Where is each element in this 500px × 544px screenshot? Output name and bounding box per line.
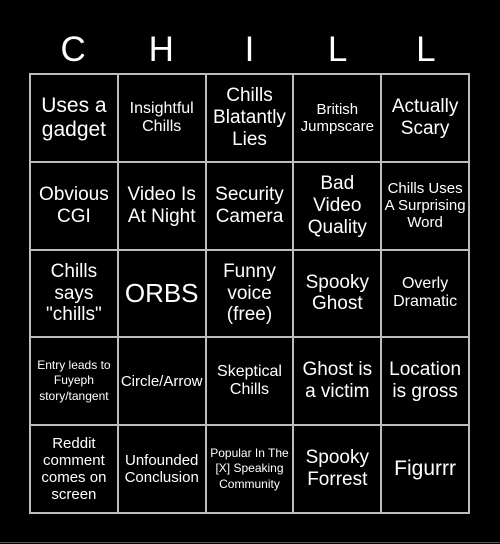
header-letter: I (244, 30, 255, 69)
bingo-cell[interactable]: Ghost is a victim (293, 337, 382, 426)
bottom-divider (0, 542, 500, 543)
bingo-cell[interactable]: Obvious CGI (30, 161, 118, 250)
header-letter: C (60, 30, 86, 69)
bingo-cell[interactable]: Spooky Forrest (293, 425, 382, 513)
bingo-cell[interactable]: Location is gross (381, 337, 469, 426)
bingo-cell[interactable]: Entry leads to Fuyeph story/tangent (30, 337, 118, 426)
bingo-cell[interactable]: Uses a gadget (30, 74, 118, 162)
bingo-header: C H I L L (29, 28, 470, 72)
bingo-cell[interactable]: ORBS (117, 249, 206, 338)
bingo-cell[interactable]: Chills Blatantly Lies (205, 74, 294, 162)
bingo-cell[interactable]: British Jumpscare (293, 74, 382, 162)
bingo-cell[interactable]: Unfounded Conclusion (117, 425, 206, 513)
bingo-cell[interactable]: Security Camera (205, 161, 294, 250)
bingo-cell[interactable]: Overly Dramatic (381, 249, 469, 338)
bingo-cell[interactable]: Popular In The [X] Speaking Community (205, 425, 294, 513)
bingo-grid: Uses a gadget Insightful Chills Chills B… (29, 73, 470, 514)
bingo-cell[interactable]: Chills Uses A Surprising Word (381, 161, 469, 250)
bingo-cell[interactable]: Funny voice (free) (205, 249, 294, 338)
bingo-cell[interactable]: Skeptical Chills (205, 337, 294, 426)
bingo-cell[interactable]: Spooky Ghost (293, 249, 382, 338)
header-letter: H (148, 30, 174, 69)
bingo-cell[interactable]: Figurrr (381, 425, 469, 513)
bingo-cell[interactable]: Actually Scary (381, 74, 469, 162)
bingo-cell[interactable]: Reddit comment comes on screen (30, 425, 118, 513)
bingo-cell[interactable]: Chills says "chills" (30, 249, 118, 338)
bingo-cell[interactable]: Video Is At Night (117, 161, 206, 250)
header-letter: L (416, 30, 436, 69)
bingo-cell[interactable]: Circle/Arrow (117, 337, 206, 426)
bingo-cell[interactable]: Bad Video Quality (293, 161, 382, 250)
bingo-cell[interactable]: Insightful Chills (117, 74, 206, 162)
header-letter: L (327, 30, 348, 69)
